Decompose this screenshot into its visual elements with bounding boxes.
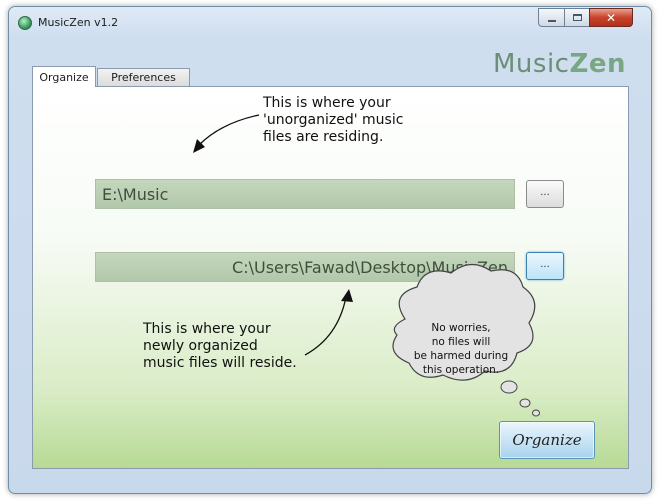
close-icon: ✕ <box>605 10 617 25</box>
title-bar[interactable]: MusicZen v1.2 ✕ <box>9 7 651 37</box>
brand-logo-part2: Zen <box>569 49 626 79</box>
source-note-arrow <box>198 114 260 146</box>
minimize-icon <box>547 19 556 22</box>
destination-note: This is where your newly organized music… <box>143 321 323 372</box>
tab-organize[interactable]: Organize <box>32 66 96 87</box>
window-title: MusicZen v1.2 <box>38 16 119 29</box>
reassurance-text: No worries, no files will be harmed duri… <box>401 321 521 377</box>
reassurance-line: be harmed during <box>413 350 509 362</box>
reassurance-line: No worries, <box>431 322 491 334</box>
minimize-button[interactable] <box>538 8 565 27</box>
destination-note-line: newly organized <box>143 338 258 354</box>
reassurance-line: this operation. <box>422 364 500 376</box>
reassurance-line: no files will <box>431 336 491 348</box>
destination-arrow-head <box>341 289 353 302</box>
destination-note-line: This is where your <box>143 321 271 337</box>
organize-panel: This is where your 'unorganized' music f… <box>32 86 629 469</box>
source-arrow-head <box>193 139 205 153</box>
source-note-line: This is where your <box>263 95 391 111</box>
tab-preferences[interactable]: Preferences <box>97 68 190 86</box>
source-note-line: files are residing. <box>263 129 384 145</box>
destination-path-field[interactable]: C:\Users\Fawad\Desktop\MusicZen <box>95 252 515 282</box>
brand-logo-part1: Music <box>493 49 570 79</box>
browse-source-button[interactable]: ... <box>526 180 564 208</box>
source-note: This is where your 'unorganized' music f… <box>263 95 433 146</box>
maximize-button[interactable] <box>564 8 590 27</box>
music-note-app-icon <box>18 16 32 30</box>
browse-destination-button[interactable]: ... <box>526 252 564 280</box>
brand-logo: MusicZen <box>493 49 626 79</box>
destination-note-line: music files will reside. <box>143 355 297 371</box>
source-note-line: 'unorganized' music <box>263 112 404 128</box>
source-path-field[interactable]: E:\Music <box>95 179 515 209</box>
organize-button[interactable]: Organize <box>499 421 595 459</box>
close-button[interactable]: ✕ <box>589 8 633 27</box>
maximize-icon <box>572 14 582 21</box>
app-window: MusicZen v1.2 ✕ MusicZen Organize Prefer… <box>8 6 652 494</box>
